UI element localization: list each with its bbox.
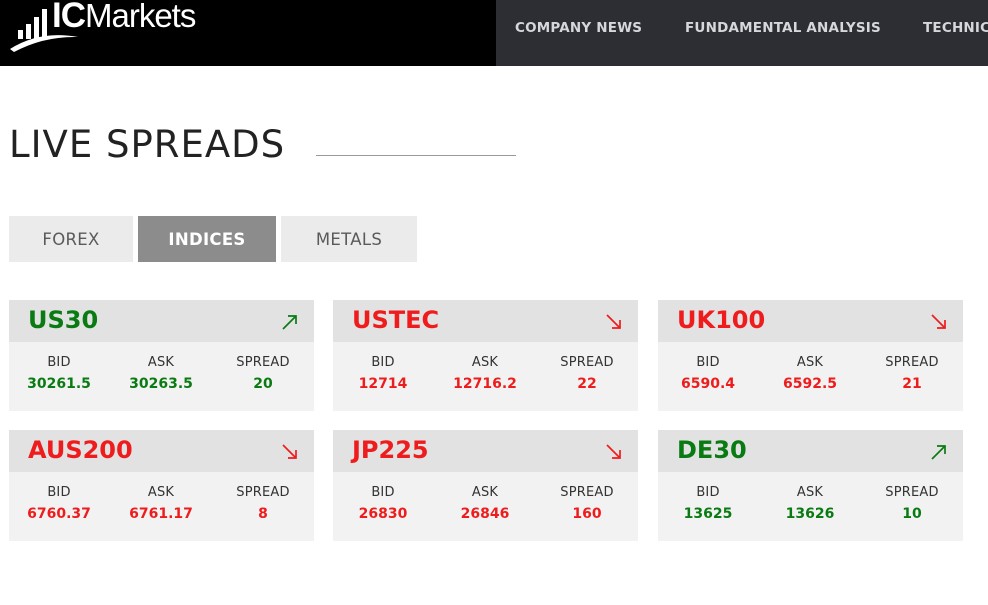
bid-label: BID xyxy=(371,355,395,370)
ask-column: ASK 6761.17 xyxy=(111,485,211,522)
nav-company-news[interactable]: COMPANY NEWS xyxy=(515,20,642,36)
title-divider xyxy=(316,155,516,156)
ask-column: ASK 12716.2 xyxy=(435,355,535,392)
instrument-symbol: US30 xyxy=(28,306,99,334)
ask-column: ASK 30263.5 xyxy=(111,355,211,392)
bid-label: BID xyxy=(371,485,395,500)
instrument-symbol: JP225 xyxy=(352,436,429,464)
instrument-symbol: DE30 xyxy=(677,436,747,464)
bid-column: BID 26830 xyxy=(333,485,433,522)
spread-column: SPREAD 8 xyxy=(213,485,313,522)
bid-value: 6590.4 xyxy=(680,376,736,392)
ask-label: ASK xyxy=(796,355,824,370)
bid-column: BID 13625 xyxy=(658,485,758,522)
ask-value: 13626 xyxy=(785,506,835,522)
bid-label: BID xyxy=(696,355,720,370)
spread-column: SPREAD 20 xyxy=(213,355,313,392)
spread-value: 20 xyxy=(253,376,273,392)
ask-column: ASK 6592.5 xyxy=(760,355,860,392)
card-header: JP225 xyxy=(333,430,638,472)
bid-value: 13625 xyxy=(683,506,733,522)
ask-value: 30263.5 xyxy=(129,376,193,392)
ask-label: ASK xyxy=(147,355,175,370)
bid-value: 12714 xyxy=(358,376,408,392)
bid-value: 30261.5 xyxy=(27,376,91,392)
ask-label: ASK xyxy=(471,355,499,370)
spread-column: SPREAD 160 xyxy=(537,485,637,522)
spread-value: 22 xyxy=(577,376,597,392)
bid-column: BID 6590.4 xyxy=(658,355,758,392)
ask-label: ASK xyxy=(796,485,824,500)
ask-value: 12716.2 xyxy=(453,376,517,392)
card-header: UK100 xyxy=(658,300,963,342)
card-header: USTEC xyxy=(333,300,638,342)
instrument-card-uk100[interactable]: UK100 BID 6590.4 ASK 6592.5 SPREAD 21 xyxy=(658,300,963,411)
spread-value: 10 xyxy=(902,506,922,522)
instrument-card-jp225[interactable]: JP225 BID 26830 ASK 26846 SPREAD 160 xyxy=(333,430,638,541)
spread-value: 8 xyxy=(258,506,268,522)
spread-label: SPREAD xyxy=(236,355,290,370)
instrument-card-aus200[interactable]: AUS200 BID 6760.37 ASK 6761.17 SPREAD 8 xyxy=(9,430,314,541)
bid-value: 6760.37 xyxy=(27,506,91,522)
spread-label: SPREAD xyxy=(560,355,614,370)
spread-label: SPREAD xyxy=(885,485,939,500)
ask-column: ASK 13626 xyxy=(760,485,860,522)
spread-value: 160 xyxy=(572,506,602,522)
arrow-down-right-icon xyxy=(931,314,946,329)
bid-label: BID xyxy=(47,485,71,500)
spread-value: 21 xyxy=(902,376,922,392)
site-header: ICMarkets COMPANY NEWS FUNDAMENTAL ANALY… xyxy=(0,0,988,66)
arrow-up-right-icon xyxy=(931,445,946,460)
spread-column: SPREAD 10 xyxy=(862,485,962,522)
nav-fundamental-analysis[interactable]: FUNDAMENTAL ANALYSIS xyxy=(685,20,881,36)
bid-column: BID 6760.37 xyxy=(9,485,109,522)
tab-forex[interactable]: FOREX xyxy=(9,216,133,262)
arrow-up-right-icon xyxy=(282,315,297,330)
ask-label: ASK xyxy=(471,485,499,500)
ic-markets-logo[interactable]: ICMarkets xyxy=(10,0,210,56)
spread-label: SPREAD xyxy=(236,485,290,500)
tab-indices[interactable]: INDICES xyxy=(138,216,276,262)
instrument-symbol: USTEC xyxy=(352,306,440,334)
card-header: DE30 xyxy=(658,430,963,472)
card-header: US30 xyxy=(9,300,314,342)
bid-column: BID 30261.5 xyxy=(9,355,109,392)
card-header: AUS200 xyxy=(9,430,314,472)
main-nav: COMPANY NEWS FUNDAMENTAL ANALYSIS TECHNI… xyxy=(496,0,988,66)
ask-label: ASK xyxy=(147,485,175,500)
spread-column: SPREAD 21 xyxy=(862,355,962,392)
ask-value: 6761.17 xyxy=(129,506,193,522)
ask-value: 26846 xyxy=(460,506,510,522)
spread-column: SPREAD 22 xyxy=(537,355,637,392)
instrument-card-us30[interactable]: US30 BID 30261.5 ASK 30263.5 SPREAD 20 xyxy=(9,300,314,411)
ask-value: 6592.5 xyxy=(782,376,838,392)
instrument-symbol: UK100 xyxy=(677,306,766,334)
arrow-down-right-icon xyxy=(282,444,297,459)
instrument-symbol: AUS200 xyxy=(28,436,133,464)
instrument-card-de30[interactable]: DE30 BID 13625 ASK 13626 SPREAD 10 xyxy=(658,430,963,541)
bid-label: BID xyxy=(696,485,720,500)
nav-technical-analysis[interactable]: TECHNICAL ANALYSIS xyxy=(923,20,988,36)
logo-wordmark: ICMarkets xyxy=(52,0,196,35)
spread-label: SPREAD xyxy=(560,485,614,500)
instrument-card-ustec[interactable]: USTEC BID 12714 ASK 12716.2 SPREAD 22 xyxy=(333,300,638,411)
ask-column: ASK 26846 xyxy=(435,485,535,522)
arrow-down-right-icon xyxy=(606,314,621,329)
tab-metals[interactable]: METALS xyxy=(281,216,417,262)
bid-label: BID xyxy=(47,355,71,370)
arrow-down-right-icon xyxy=(606,444,621,459)
bid-value: 26830 xyxy=(358,506,408,522)
bid-column: BID 12714 xyxy=(333,355,433,392)
page-title: LIVE SPREADS xyxy=(9,123,286,166)
spread-label: SPREAD xyxy=(885,355,939,370)
